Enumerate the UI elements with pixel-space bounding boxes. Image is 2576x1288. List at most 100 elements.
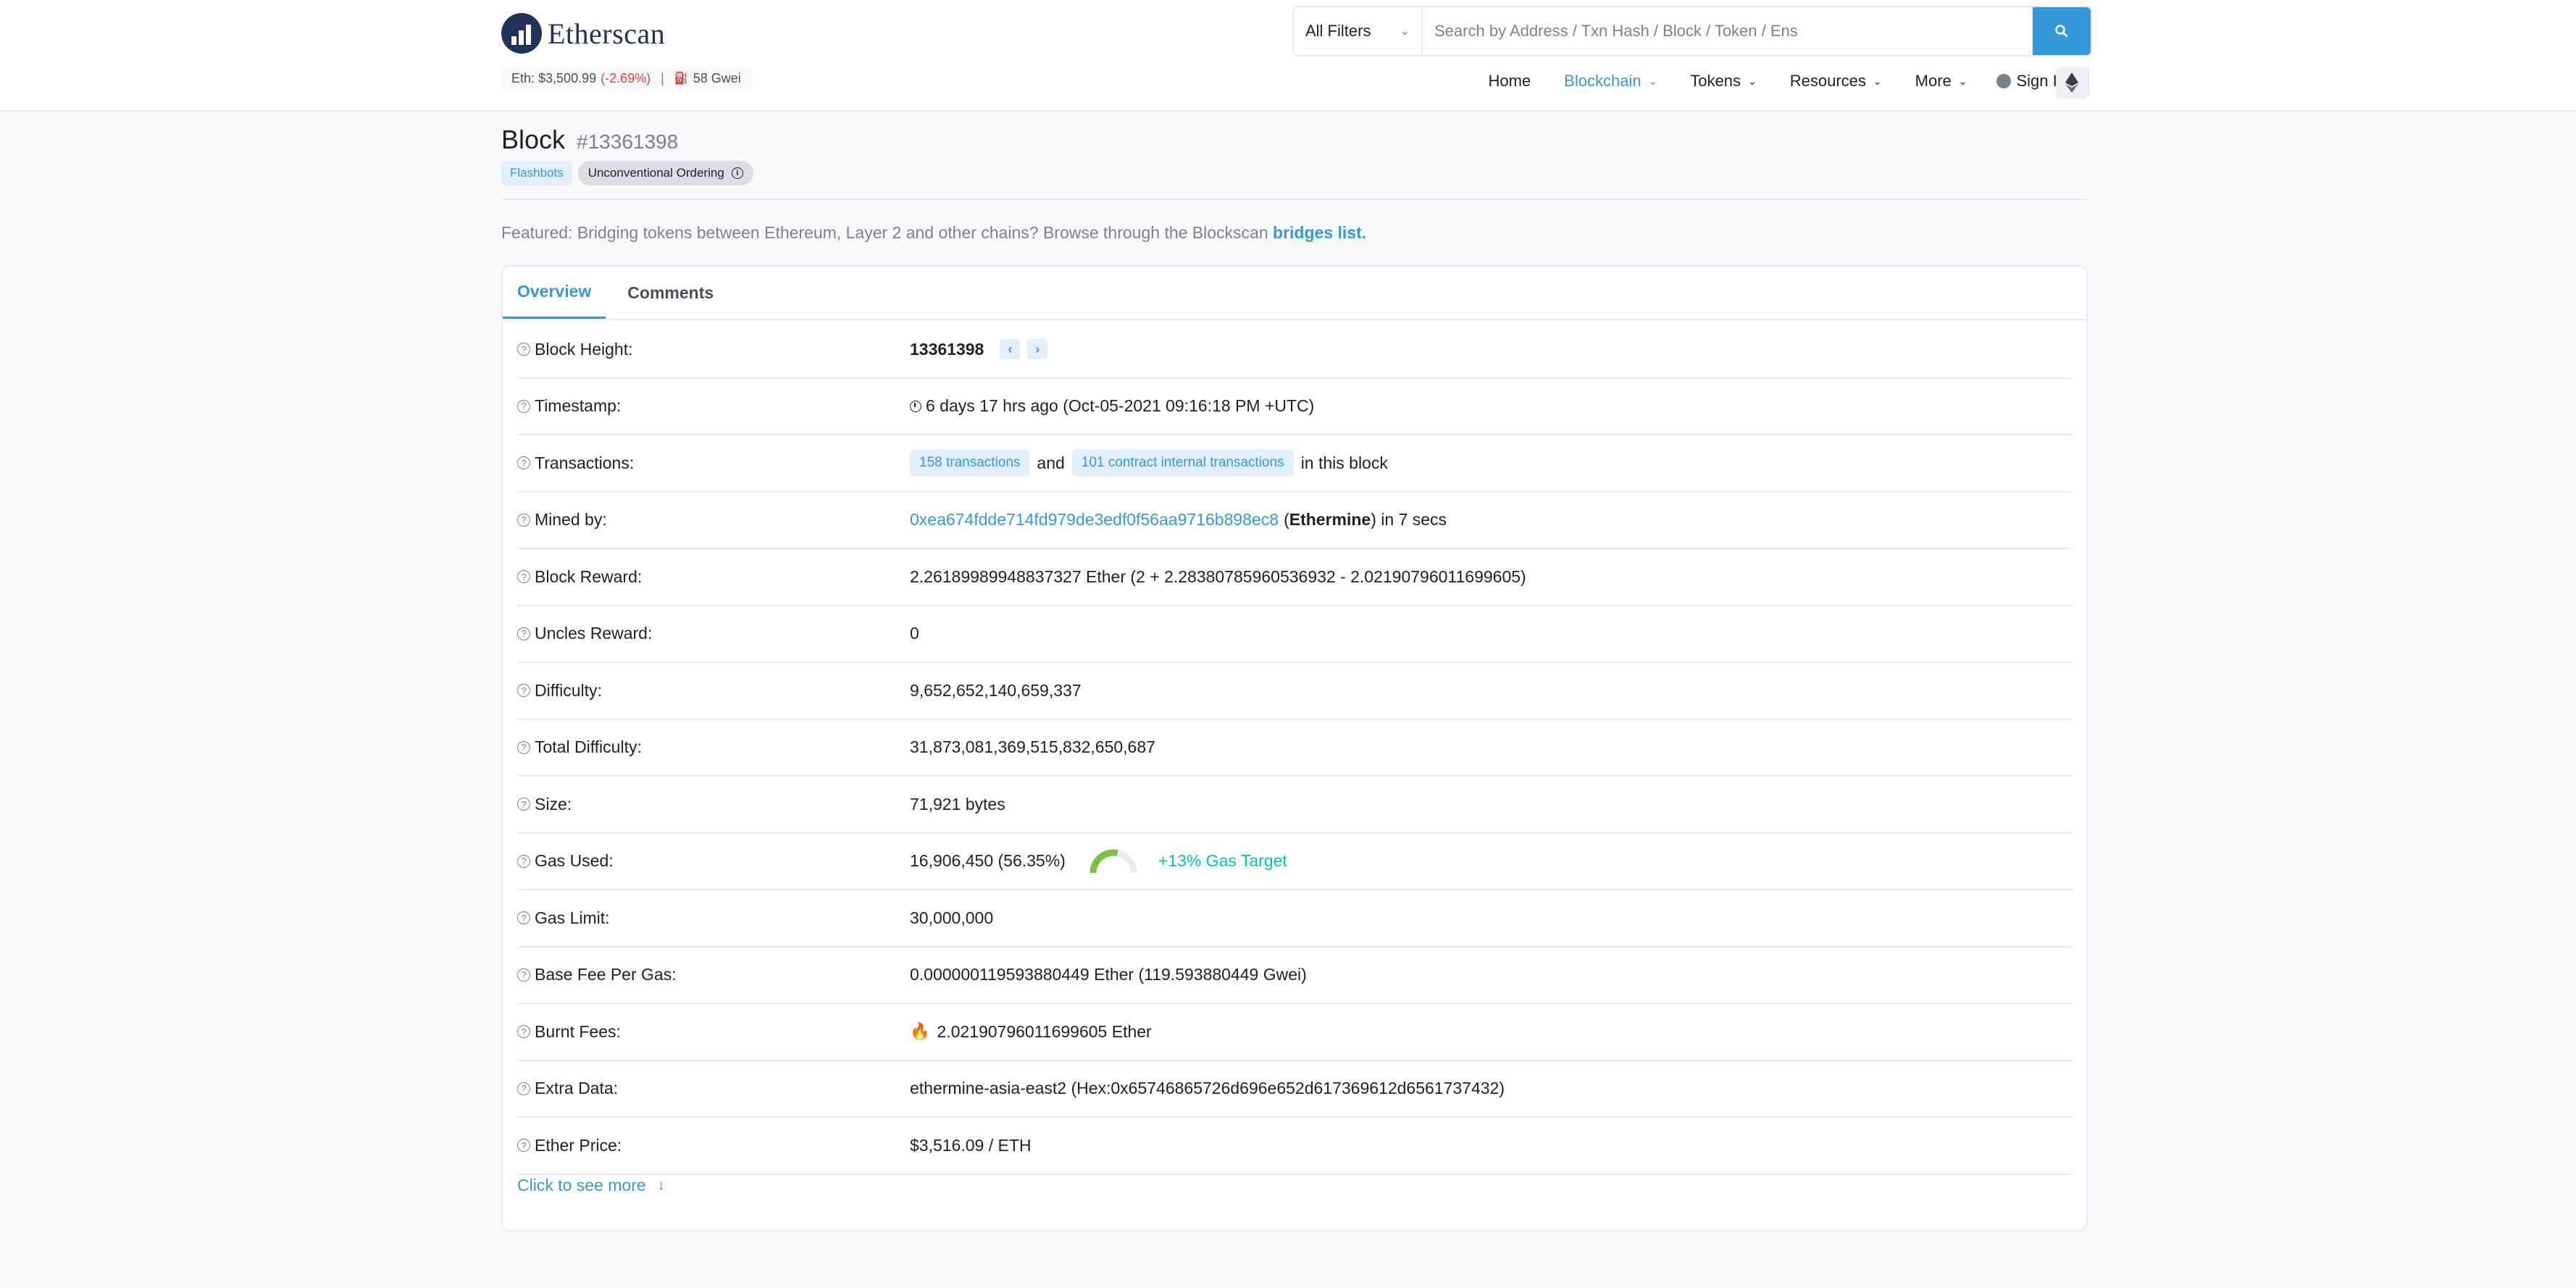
flashbots-badge[interactable]: Flashbots — [501, 161, 572, 185]
row-uncles-reward: ? Uncles Reward: 0 — [517, 606, 2072, 663]
search-button[interactable] — [2033, 7, 2091, 55]
internal-transactions-link[interactable]: 101 contract internal transactions — [1071, 449, 1294, 477]
arrow-down-icon: ↓ — [657, 1176, 665, 1193]
transactions-count-link[interactable]: 158 transactions — [910, 449, 1030, 477]
eth-price-bar: Eth: $3,500.99 (-2.69%) | ⛽ 58 Gwei — [501, 67, 751, 90]
extra-data-value: ethermine-asia-east2 (Hex:0x65746865726d… — [910, 1079, 1505, 1098]
ethereum-icon — [2065, 72, 2078, 93]
nav-more[interactable]: More ⌄ — [1915, 72, 1967, 91]
see-more-link[interactable]: Click to see more ↓ — [517, 1163, 665, 1207]
transactions-suffix: in this block — [1300, 453, 1388, 472]
question-icon[interactable]: ? — [517, 854, 530, 868]
nav-tokens-label: Tokens — [1690, 72, 1741, 90]
base-fee-value: 0.000000119593880449 Ether (119.59388044… — [910, 965, 1307, 984]
block-reward-value: 2.26189989948837327 Ether (2 + 2.2838078… — [910, 566, 1526, 586]
miner-address-link[interactable]: 0xea674fdde714fd979de3edf0f56aa9716b898e… — [910, 510, 1279, 530]
etherscan-logo[interactable]: Etherscan — [501, 10, 665, 57]
base-fee-label: Base Fee Per Gas: — [535, 965, 677, 984]
burnt-fees-value: 2.02190796011699605 Ether — [937, 1021, 1152, 1041]
row-extra-data: ? Extra Data: ethermine-asia-east2 (Hex:0… — [517, 1061, 2072, 1118]
tab-comments[interactable]: Comments — [613, 267, 728, 319]
question-icon[interactable]: ? — [517, 684, 530, 698]
ether-price-label: Ether Price: — [535, 1135, 622, 1155]
row-size: ? Size: 71,921 bytes — [517, 777, 2072, 834]
page-title: Block — [501, 125, 566, 154]
question-icon[interactable]: ? — [517, 343, 530, 356]
tab-overview[interactable]: Overview — [503, 267, 606, 319]
clock-icon — [910, 400, 921, 412]
row-timestamp: ? Timestamp: 6 days 17 hrs ago (Oct-05-20… — [517, 379, 2072, 435]
gas-target: +13% Gas Target — [1158, 851, 1287, 871]
block-number: #13361398 — [577, 130, 679, 153]
page-title-row: Block #13361398 — [501, 125, 678, 155]
price-separator: | — [661, 70, 664, 85]
row-gas-limit: ? Gas Limit: 30,000,000 — [517, 890, 2072, 948]
nav-tokens[interactable]: Tokens ⌄ — [1690, 72, 1756, 91]
uncles-reward-value: 0 — [910, 624, 919, 643]
nav-home[interactable]: Home — [1488, 72, 1531, 91]
uncles-reward-label: Uncles Reward: — [535, 624, 653, 643]
question-icon[interactable]: ? — [517, 399, 530, 413]
nav-blockchain[interactable]: Blockchain ⌄ — [1564, 72, 1657, 91]
block-details-list: ? Block Height: 13361398 ‹ › ? Timestamp: … — [517, 322, 2072, 1175]
bridges-list-link[interactable]: bridges list. — [1273, 223, 1366, 242]
question-icon[interactable]: ? — [517, 1025, 530, 1039]
question-icon[interactable]: ? — [517, 570, 530, 584]
eth-price[interactable]: Eth: $3,500.99 — [511, 71, 596, 86]
question-icon[interactable]: ? — [517, 627, 530, 640]
previous-block-button[interactable]: ‹ — [1000, 339, 1021, 360]
ether-price-value: $3,516.09 / ETH — [910, 1135, 1032, 1155]
info-icon: i — [731, 167, 743, 179]
featured-text: Featured: Bridging tokens between Ethere… — [501, 223, 1274, 242]
gas-used-value: 16,906,450 (56.35%) — [910, 851, 1066, 871]
search-filter-select[interactable]: All Filters ⌄ — [1294, 7, 1423, 55]
unconventional-ordering-badge[interactable]: Unconventional Ordering i — [577, 161, 753, 185]
total-difficulty-label: Total Difficulty: — [535, 737, 642, 757]
burnt-fees-label: Burnt Fees: — [535, 1021, 621, 1041]
difficulty-value: 9,652,652,140,659,337 — [910, 680, 1082, 700]
chevron-down-icon: ⌄ — [1748, 75, 1757, 87]
next-block-button[interactable]: › — [1027, 339, 1048, 360]
gas-price[interactable]: 58 Gwei — [693, 71, 741, 86]
block-badges: Flashbots Unconventional Ordering i — [501, 161, 753, 185]
question-icon[interactable]: ? — [517, 968, 530, 982]
gas-limit-label: Gas Limit: — [535, 908, 610, 927]
chevron-down-icon: ⌄ — [1958, 75, 1967, 87]
nav-resources-label: Resources — [1789, 72, 1866, 90]
mined-by-label: Mined by: — [535, 510, 607, 530]
search-input[interactable] — [1423, 7, 2033, 55]
block-reward-label: Block Reward: — [535, 566, 643, 586]
chevron-down-icon: ⌄ — [1648, 75, 1657, 87]
row-block-height: ? Block Height: 13361398 ‹ › — [517, 322, 2072, 379]
size-value: 71,921 bytes — [910, 794, 1005, 814]
question-icon[interactable]: ? — [517, 740, 530, 754]
nav-resources[interactable]: Resources ⌄ — [1790, 72, 1882, 91]
question-icon[interactable]: ? — [517, 798, 530, 811]
question-icon[interactable]: ? — [517, 456, 530, 470]
timestamp-label: Timestamp: — [535, 396, 622, 416]
row-burnt-fees: ? Burnt Fees: 🔥 2.02190796011699605 Ether — [517, 1004, 2072, 1061]
unconventional-ordering-label: Unconventional Ordering — [587, 166, 724, 180]
miner-open-paren: ( — [1284, 510, 1289, 530]
row-gas-used: ? Gas Used: 16,906,450 (56.35%) +13% Gas … — [517, 834, 2072, 890]
transactions-label: Transactions: — [535, 453, 635, 472]
row-ether-price: ? Ether Price: $3,516.09 / ETH — [517, 1118, 2072, 1175]
gas-used-gauge — [1090, 849, 1137, 874]
search-icon — [2055, 25, 2068, 38]
tab-bar: Overview Comments — [503, 267, 2086, 320]
row-base-fee: ? Base Fee Per Gas: 0.000000119593880449 … — [517, 948, 2072, 1004]
miner-name: Ethermine — [1289, 510, 1371, 530]
row-total-difficulty: ? Total Difficulty: 31,873,081,369,515,83… — [517, 720, 2072, 777]
fire-icon: 🔥 — [910, 1022, 930, 1041]
nav-blockchain-label: Blockchain — [1564, 72, 1642, 90]
question-icon[interactable]: ? — [517, 513, 530, 527]
timestamp-value: 6 days 17 hrs ago (Oct-05-2021 09:16:18 … — [926, 396, 1315, 416]
question-icon[interactable]: ? — [517, 1082, 530, 1095]
network-switch-button[interactable] — [2056, 67, 2088, 99]
question-icon[interactable]: ? — [517, 1139, 530, 1153]
gas-used-label: Gas Used: — [535, 851, 614, 871]
row-block-reward: ? Block Reward: 2.26189989948837327 Ether… — [517, 549, 2072, 606]
extra-data-label: Extra Data: — [535, 1079, 619, 1098]
question-icon[interactable]: ? — [517, 911, 530, 925]
user-circle-icon — [1996, 74, 2011, 88]
